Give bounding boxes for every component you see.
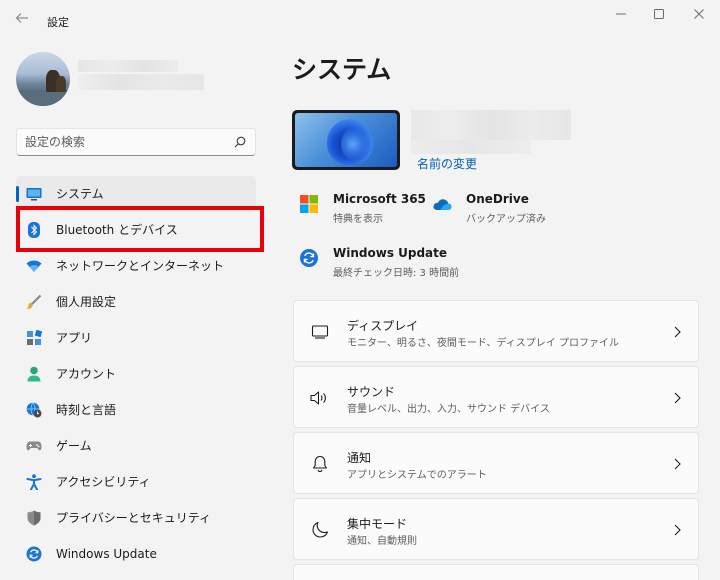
moon-icon	[310, 520, 330, 540]
redacted-user-email	[78, 74, 204, 90]
tile-title: OneDrive	[466, 192, 529, 206]
settings-search[interactable]	[16, 128, 256, 156]
update-icon	[300, 249, 318, 267]
page-title: システム	[292, 55, 392, 84]
gamepad-icon	[26, 438, 42, 454]
card-display[interactable]: ディスプレイ モニター、明るさ、夜間モード、ディスプレイ プロファイル	[293, 300, 699, 362]
cloud-icon	[433, 199, 452, 210]
brush-icon	[26, 294, 42, 310]
sidebar-item-label: アプリ	[56, 331, 93, 345]
sidebar-item-label: システム	[56, 187, 104, 201]
accessibility-icon	[26, 474, 42, 490]
tile-title: Microsoft 365	[333, 192, 426, 206]
tile-title: Windows Update	[333, 246, 448, 260]
sidebar-item-label: アクセシビリティ	[56, 475, 151, 489]
person-icon	[26, 366, 42, 382]
card-title: サウンド	[347, 385, 396, 399]
avatar	[16, 52, 70, 106]
bluetooth-icon	[26, 222, 42, 238]
chevron-right-icon	[670, 323, 684, 341]
tile-subtitle: 特典を表示	[333, 214, 383, 225]
sidebar-item-bluetooth-devices[interactable]: Bluetooth とデバイス	[16, 212, 256, 248]
card-subtitle: モニター、明るさ、夜間モード、ディスプレイ プロファイル	[347, 338, 619, 349]
microsoft-logo-icon	[300, 195, 318, 213]
rename-link[interactable]: 名前の変更	[417, 155, 477, 172]
search-icon[interactable]	[233, 135, 247, 149]
sidebar-item-time-language[interactable]: 時刻と言語	[16, 392, 256, 428]
device-thumbnail	[292, 110, 400, 170]
selection-indicator	[16, 186, 19, 202]
update-icon	[26, 546, 42, 562]
card-title: 通知	[347, 451, 372, 465]
close-icon	[694, 9, 704, 19]
tile-microsoft-365[interactable]: Microsoft 365 特典を表示	[299, 192, 429, 234]
card-sound[interactable]: サウンド 音量レベル、出力、入力、サウンド デバイス	[293, 366, 699, 428]
maximize-button[interactable]	[646, 4, 672, 24]
sidebar-item-label: Windows Update	[56, 547, 157, 561]
globe-clock-icon	[26, 402, 42, 418]
card-notifications[interactable]: 通知 アプリとシステムでのアラート	[293, 432, 699, 494]
apps-icon	[26, 330, 42, 346]
sidebar-item-label: ネットワークとインターネット	[56, 259, 225, 273]
speaker-icon	[310, 388, 330, 408]
display-icon	[310, 322, 330, 342]
redacted-device-model	[411, 140, 531, 154]
card-focus-assist[interactable]: 集中モード 通知、自動規則	[293, 498, 699, 560]
sidebar-item-label: 時刻と言語	[56, 403, 117, 417]
card-title: 集中モード	[347, 517, 408, 531]
minimize-icon	[616, 13, 626, 15]
sidebar-item-apps[interactable]: アプリ	[16, 320, 256, 356]
sidebar-item-accessibility[interactable]: アクセシビリティ	[16, 464, 256, 500]
sidebar-item-label: アカウント	[56, 367, 117, 381]
sidebar-item-label: Bluetooth とデバイス	[56, 223, 178, 237]
card-subtitle: 音量レベル、出力、入力、サウンド デバイス	[347, 404, 550, 415]
user-profile[interactable]	[16, 50, 256, 110]
close-button[interactable]	[686, 4, 712, 24]
sidebar-nav: システム Bluetooth とデバイス ネットワークとインターネット 個人用設…	[16, 176, 260, 572]
sidebar-item-network[interactable]: ネットワークとインターネット	[16, 248, 256, 284]
sidebar-item-label: プライバシーとセキュリティ	[56, 511, 212, 525]
card-title: ディスプレイ	[347, 319, 419, 333]
card-next-partial[interactable]	[293, 564, 699, 580]
maximize-icon	[654, 9, 664, 19]
tile-subtitle: バックアップ済み	[466, 214, 546, 225]
sidebar-item-label: ゲーム	[56, 439, 92, 453]
sidebar-item-label: 個人用設定	[56, 295, 117, 309]
redacted-device-name	[411, 110, 571, 140]
card-subtitle: 通知、自動規則	[347, 536, 417, 547]
tile-windows-update[interactable]: Windows Update 最終チェック日時: 3 時間前	[299, 246, 479, 288]
bell-icon	[310, 454, 330, 474]
chevron-right-icon	[670, 455, 684, 473]
sidebar-item-system[interactable]: システム	[16, 176, 256, 212]
back-arrow-icon	[15, 13, 28, 23]
card-subtitle: アプリとシステムでのアラート	[347, 470, 487, 481]
monitor-icon	[26, 186, 42, 202]
search-input[interactable]	[25, 134, 225, 150]
shield-icon	[26, 510, 42, 526]
chevron-right-icon	[670, 521, 684, 539]
wifi-icon	[26, 258, 42, 274]
redacted-user-name	[78, 60, 178, 72]
title-bar: 設定	[0, 0, 720, 38]
sidebar-item-accounts[interactable]: アカウント	[16, 356, 256, 392]
sidebar-item-gaming[interactable]: ゲーム	[16, 428, 256, 464]
tile-subtitle: 最終チェック日時: 3 時間前	[333, 268, 460, 279]
tile-onedrive[interactable]: OneDrive バックアップ済み	[432, 192, 552, 234]
sidebar-item-personalization[interactable]: 個人用設定	[16, 284, 256, 320]
sidebar-item-privacy-security[interactable]: プライバシーとセキュリティ	[16, 500, 256, 536]
back-button[interactable]	[12, 10, 32, 30]
minimize-button[interactable]	[608, 4, 634, 24]
sidebar-item-windows-update[interactable]: Windows Update	[16, 536, 256, 572]
app-title: 設定	[47, 16, 69, 29]
chevron-right-icon	[670, 389, 684, 407]
